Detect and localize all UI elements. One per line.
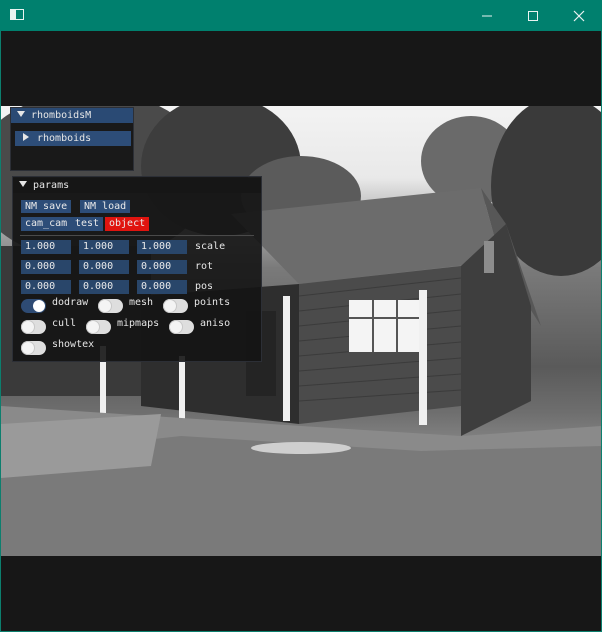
rhomboidsM-panel[interactable]: rhomboidsM rhomboids: [10, 107, 134, 171]
mesh-toggle[interactable]: [98, 299, 123, 313]
minimize-icon: [482, 15, 492, 16]
cull-label: cull: [52, 318, 77, 329]
pos-label: pos: [195, 281, 214, 292]
points-toggle[interactable]: [163, 299, 188, 313]
showtex-toggle[interactable]: [21, 341, 46, 355]
rot-x-field[interactable]: 0.000: [21, 260, 71, 274]
pos-z-field[interactable]: 0.000: [137, 280, 187, 294]
rot-z-field[interactable]: 0.000: [137, 260, 187, 274]
tab-test[interactable]: test: [71, 217, 104, 231]
title-bar[interactable]: [0, 0, 602, 31]
aniso-toggle[interactable]: [169, 320, 194, 334]
scale-y-field[interactable]: 1.000: [79, 240, 129, 254]
close-icon: [573, 10, 585, 21]
tab-cam-cam[interactable]: cam_cam: [21, 217, 72, 231]
render-viewport[interactable]: rhomboidsM rhomboids params NM save NM l…: [1, 31, 601, 631]
mipmaps-label: mipmaps: [117, 318, 160, 329]
nm-load-button[interactable]: NM load: [80, 200, 131, 213]
collapse-triangle-icon[interactable]: [19, 181, 27, 187]
app-window-icon: [10, 9, 24, 20]
separator: [20, 235, 254, 236]
points-label: points: [194, 297, 231, 308]
cull-toggle[interactable]: [21, 320, 46, 334]
close-button[interactable]: [556, 0, 602, 31]
aniso-label: aniso: [200, 318, 231, 329]
params-header[interactable]: params: [13, 178, 261, 193]
collapse-triangle-icon[interactable]: [17, 111, 25, 117]
expand-triangle-icon[interactable]: [23, 133, 29, 141]
tree-node-rhomboids[interactable]: rhomboids: [15, 131, 131, 146]
pos-x-field[interactable]: 0.000: [21, 280, 71, 294]
scale-label: scale: [195, 241, 226, 252]
mipmaps-toggle[interactable]: [86, 320, 111, 334]
params-panel[interactable]: params NM save NM load cam_cam test obje…: [12, 176, 262, 362]
dodraw-toggle[interactable]: [21, 299, 46, 313]
nm-save-button[interactable]: NM save: [21, 200, 72, 213]
maximize-button[interactable]: [510, 0, 556, 31]
tab-object[interactable]: object: [105, 217, 150, 231]
rot-y-field[interactable]: 0.000: [79, 260, 129, 274]
maximize-icon: [528, 10, 538, 21]
app-window: rhomboidsM rhomboids params NM save NM l…: [0, 0, 602, 632]
rot-label: rot: [195, 261, 214, 272]
dodraw-label: dodraw: [52, 297, 89, 308]
scale-x-field[interactable]: 1.000: [21, 240, 71, 254]
showtex-label: showtex: [52, 339, 95, 350]
mesh-label: mesh: [129, 297, 154, 308]
pos-y-field[interactable]: 0.000: [79, 280, 129, 294]
rhomboidsM-header[interactable]: rhomboidsM: [11, 108, 133, 123]
scale-z-field[interactable]: 1.000: [137, 240, 187, 254]
minimize-button[interactable]: [464, 0, 510, 31]
